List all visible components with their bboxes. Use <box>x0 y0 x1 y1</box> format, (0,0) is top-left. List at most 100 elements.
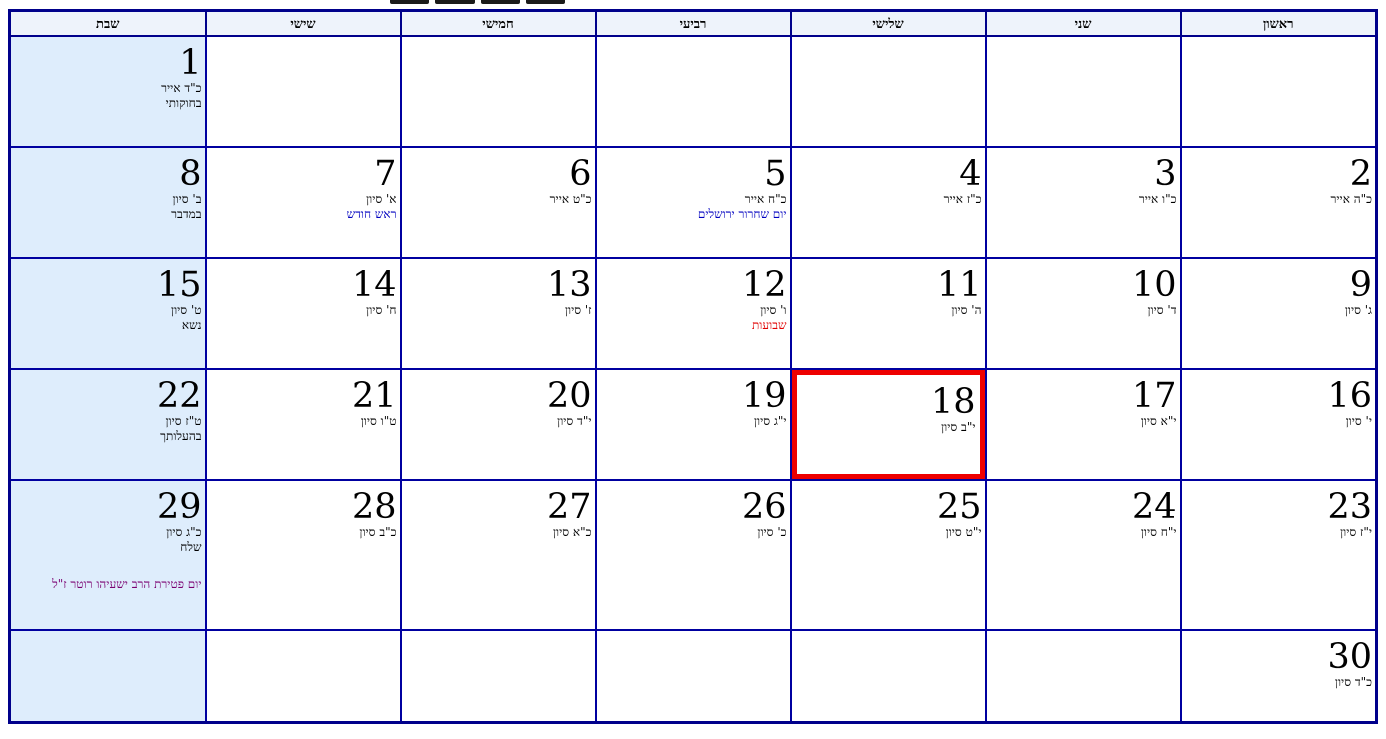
day-number: 7 <box>374 154 397 194</box>
calendar-day-cell-today[interactable]: 18 י"ב סיון <box>789 368 987 481</box>
calendar-day-cell[interactable]: 14 ח' סיון <box>204 257 402 370</box>
day-number: 5 <box>764 154 787 194</box>
calendar-day-cell[interactable]: 15 ט' סיון נשא <box>8 257 207 370</box>
hebrew-date: ח' סיון <box>366 303 397 317</box>
calendar-day-cell[interactable]: 5 כ"ח אייר יום שחרור ירושלים <box>594 146 792 259</box>
calendar-day-cell[interactable]: 11 ה' סיון <box>789 257 987 370</box>
hebrew-date: כ"ד אייר <box>161 81 202 95</box>
calendar-empty-cell <box>789 629 987 723</box>
parsha-label: במדבר <box>171 207 202 221</box>
calendar-day-cell[interactable]: 25 י"ט סיון <box>789 479 987 631</box>
hebrew-date: ב' סיון <box>172 192 202 206</box>
calendar-day-cell[interactable]: 3 כ"ו אייר <box>984 146 1182 259</box>
calendar-day-cell[interactable]: 20 י"ד סיון <box>399 368 597 481</box>
calendar-week-row: 9 ג' סיון 10 ד' סיון 11 ה' סיון 12 ו' סיון שבועו… <box>8 257 1378 370</box>
day-number: 8 <box>179 154 202 194</box>
day-number: 16 <box>1327 376 1372 416</box>
weekday-header: ראשון <box>1179 9 1378 37</box>
day-number: 9 <box>1349 265 1372 305</box>
calendar-day-cell[interactable]: 16 י' סיון <box>1179 368 1378 481</box>
weekday-header: רביעי <box>594 9 792 37</box>
event-label[interactable]: יום שחרור ירושלים <box>597 207 790 222</box>
day-number: 23 <box>1327 487 1372 527</box>
day-number: 2 <box>1349 154 1372 194</box>
weekday-header: שבת <box>8 9 207 37</box>
day-number: 30 <box>1327 637 1372 677</box>
calendar-day-cell[interactable]: 4 כ"ז אייר <box>789 146 987 259</box>
day-number: 18 <box>930 382 976 422</box>
calendar-empty-cell <box>594 35 792 148</box>
calendar-day-cell[interactable]: 29 כ"ג סיון שלח יום פטירת הרב ישעיהו רוטר ז… <box>8 479 207 631</box>
day-number: 20 <box>546 376 592 416</box>
day-number: 28 <box>351 487 397 527</box>
calendar-empty-cell <box>399 629 597 723</box>
calendar-week-row: 30 כ"ד סיון <box>8 629 1378 723</box>
hebrew-date: י"ט סיון <box>945 525 982 539</box>
day-number: 15 <box>156 265 202 305</box>
calendar-day-cell[interactable]: 8 ב' סיון במדבר <box>8 146 207 259</box>
calendar-day-cell[interactable]: 26 כ' סיון <box>594 479 792 631</box>
calendar-day-cell[interactable]: 1 כ"ד אייר בחוקותי <box>8 35 207 148</box>
hebrew-date: י"ד סיון <box>557 414 592 428</box>
event-label[interactable]: שבועות <box>597 318 790 333</box>
calendar-day-cell[interactable]: 24 י"ח סיון <box>984 479 1182 631</box>
calendar-day-cell[interactable]: 27 כ"א סיון <box>399 479 597 631</box>
hebrew-date: כ"ד סיון <box>1334 675 1372 689</box>
day-number: 6 <box>569 154 592 194</box>
day-number: 13 <box>546 265 592 305</box>
calendar-day-cell[interactable]: 30 כ"ד סיון <box>1179 629 1378 723</box>
day-number: 29 <box>156 487 202 527</box>
calendar-day-cell[interactable]: 7 א' סיון ראש חודש <box>204 146 402 259</box>
day-number: 3 <box>1154 154 1177 194</box>
hebrew-date: א' סיון <box>366 192 397 206</box>
parsha-label: בהעלותך <box>160 429 202 443</box>
day-number: 12 <box>741 265 787 305</box>
calendar-day-cell[interactable]: 2 כ"ה אייר <box>1179 146 1378 259</box>
event-label[interactable]: ראש חודש <box>207 207 400 222</box>
day-number: 25 <box>936 487 982 527</box>
calendar-day-cell[interactable]: 19 י"ג סיון <box>594 368 792 481</box>
hebrew-date: י' סיון <box>1345 414 1372 428</box>
calendar-day-cell[interactable]: 12 ו' סיון שבועות <box>594 257 792 370</box>
calendar-day-cell[interactable]: 28 כ"ב סיון <box>204 479 402 631</box>
hebrew-date: י"א סיון <box>1140 414 1177 428</box>
parsha-label: נשא <box>181 318 202 332</box>
hebrew-date: כ"ו אייר <box>1138 192 1177 206</box>
calendar-empty-cell <box>1179 35 1378 148</box>
calendar-day-cell[interactable]: 10 ד' סיון <box>984 257 1182 370</box>
hebrew-date: ג' סיון <box>1344 303 1372 317</box>
month-calendar: ראשון שני שלישי רביעי חמישי שישי שבת 1 כ"… <box>8 9 1378 724</box>
hebrew-date: י"ז סיון <box>1340 525 1372 539</box>
hebrew-date: כ"ז אייר <box>943 192 982 206</box>
day-number: 11 <box>936 265 982 305</box>
hebrew-date: כ"ה אייר <box>1330 192 1373 206</box>
calendar-week-row: 16 י' סיון 17 י"א סיון 18 י"ב סיון 19 י"ג סיון 2… <box>8 368 1378 481</box>
weekday-header: שישי <box>204 9 402 37</box>
calendar-day-cell[interactable]: 9 ג' סיון <box>1179 257 1378 370</box>
day-number: 10 <box>1131 265 1177 305</box>
day-number: 17 <box>1131 376 1177 416</box>
calendar-empty-cell <box>594 629 792 723</box>
calendar-empty-cell <box>204 629 402 723</box>
calendar-day-cell[interactable]: 23 י"ז סיון <box>1179 479 1378 631</box>
calendar-day-cell[interactable]: 17 י"א סיון <box>984 368 1182 481</box>
day-number: 21 <box>351 376 397 416</box>
hebrew-date: י"ג סיון <box>753 414 787 428</box>
hebrew-date: ו' סיון <box>760 303 787 317</box>
hebrew-date: ה' סיון <box>951 303 982 317</box>
day-number: 27 <box>546 487 592 527</box>
calendar-empty-cell <box>8 629 207 723</box>
hebrew-date: כ"ב סיון <box>359 525 397 539</box>
hebrew-date: ט"ו סיון <box>360 414 397 428</box>
calendar-day-cell[interactable]: 13 ז' סיון <box>399 257 597 370</box>
day-number: 14 <box>351 265 397 305</box>
event-label[interactable]: יום פטירת הרב ישעיהו רוטר ז"ל <box>11 577 205 592</box>
month-nav-bar <box>390 0 565 4</box>
calendar-day-cell[interactable]: 21 ט"ו סיון <box>204 368 402 481</box>
calendar-day-cell[interactable]: 6 כ"ט אייר <box>399 146 597 259</box>
calendar-day-cell[interactable]: 22 ט"ז סיון בהעלותך <box>8 368 207 481</box>
calendar-empty-cell <box>789 35 987 148</box>
weekday-header-row: ראשון שני שלישי רביעי חמישי שישי שבת <box>8 9 1378 37</box>
hebrew-date: כ"ג סיון <box>166 525 202 539</box>
calendar-empty-cell <box>204 35 402 148</box>
